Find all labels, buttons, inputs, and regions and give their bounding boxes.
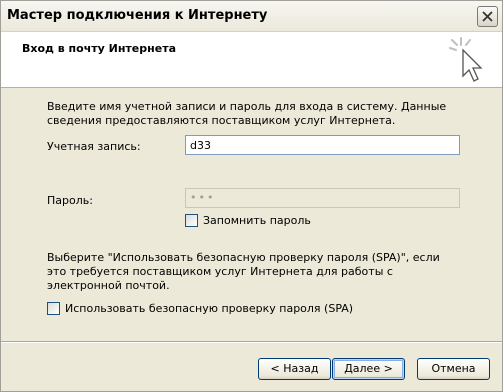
close-button[interactable]	[477, 6, 498, 27]
password-label: Пароль:	[47, 194, 93, 207]
remember-password-label: Запомнить пароль	[203, 214, 311, 227]
spa-checkbox[interactable]	[47, 302, 60, 315]
wizard-cursor-icon	[449, 37, 483, 82]
spa-label: Использовать безопасную проверку пароля …	[65, 302, 354, 315]
account-input[interactable]	[185, 135, 460, 155]
window-title: Мастер подключения к Интернету	[7, 8, 268, 23]
close-icon	[482, 11, 493, 22]
wizard-header: Вход в почту Интернета	[1, 32, 502, 88]
spa-row[interactable]: Использовать безопасную проверку пароля …	[47, 302, 353, 315]
remember-password-row[interactable]: Запомнить пароль	[185, 214, 311, 227]
password-input: •••	[185, 188, 460, 208]
next-button[interactable]: Далее >	[332, 358, 405, 380]
spa-description: Выберите "Использовать безопасную провер…	[47, 251, 440, 292]
wizard-window: Мастер подключения к Интернету Вход в по…	[0, 0, 503, 392]
page-title: Вход в почту Интернета	[22, 42, 176, 55]
intro-text: Введите имя учетной записи и пароль для …	[47, 100, 447, 127]
footer-separator	[1, 341, 502, 343]
account-label: Учетная запись:	[47, 140, 141, 153]
remember-password-checkbox[interactable]	[185, 214, 198, 227]
title-bar: Мастер подключения к Интернету	[1, 1, 502, 32]
back-button[interactable]: < Назад	[258, 358, 331, 380]
wizard-content: Введите имя учетной записи и пароль для …	[1, 88, 502, 340]
cancel-button[interactable]: Отмена	[417, 358, 490, 380]
